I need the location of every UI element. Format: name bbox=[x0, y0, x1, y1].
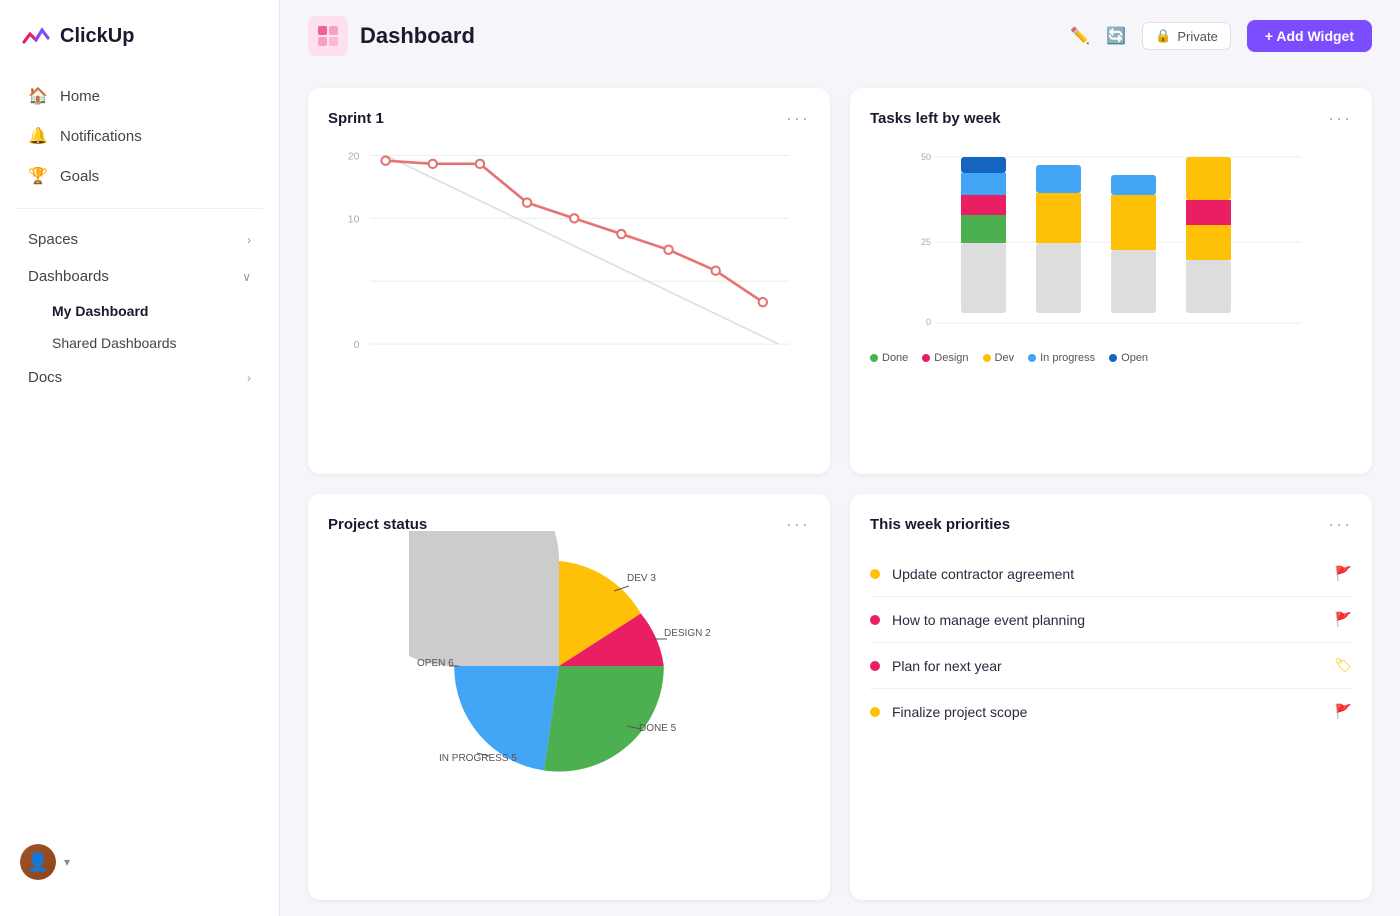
docs-label: Docs bbox=[28, 369, 62, 386]
clickup-logo-icon bbox=[20, 20, 52, 52]
sidebar-section-dashboards[interactable]: Dashboards ∨ bbox=[8, 258, 271, 295]
sidebar-section-spaces[interactable]: Spaces › bbox=[8, 221, 271, 258]
priority-item-2-left: How to manage event planning bbox=[870, 612, 1085, 628]
priority-item-4: Finalize project scope 🚩 bbox=[870, 689, 1352, 734]
logo-text: ClickUp bbox=[60, 25, 134, 48]
svg-text:10: 10 bbox=[348, 215, 360, 226]
priority-dot-4 bbox=[870, 707, 880, 717]
tasks-card-header: Tasks left by week ··· bbox=[870, 108, 1352, 129]
sprint-chart: 20 10 0 bbox=[328, 145, 810, 365]
bell-icon: 🔔 bbox=[28, 126, 48, 146]
legend-in-progress: In progress bbox=[1028, 352, 1095, 364]
priorities-card: This week priorities ··· Update contract… bbox=[850, 494, 1372, 900]
page-title: Dashboard bbox=[360, 23, 475, 49]
my-dashboard-label: My Dashboard bbox=[52, 303, 148, 319]
priority-dot-1 bbox=[870, 569, 880, 579]
private-label: Private bbox=[1177, 29, 1217, 44]
priority-item-1-left: Update contractor agreement bbox=[870, 566, 1074, 582]
topbar-left: Dashboard bbox=[308, 16, 475, 56]
main-area: Dashboard ✏️ 🔄 🔒 Private + Add Widget Sp… bbox=[280, 0, 1400, 916]
svg-text:20: 20 bbox=[348, 152, 360, 163]
priority-flag-3: 🏷 bbox=[1334, 657, 1352, 674]
priority-item-3-text: Plan for next year bbox=[892, 658, 1002, 674]
sidebar: ClickUp 🏠 Home 🔔 Notifications 🏆 Goals S… bbox=[0, 0, 280, 916]
svg-text:50: 50 bbox=[921, 152, 931, 162]
dashboards-label: Dashboards bbox=[28, 268, 109, 285]
topbar: Dashboard ✏️ 🔄 🔒 Private + Add Widget bbox=[280, 0, 1400, 72]
tasks-card: Tasks left by week ··· 50 25 0 bbox=[850, 88, 1372, 474]
sidebar-item-goals-label: Goals bbox=[60, 168, 99, 185]
priority-item-3-left: Plan for next year bbox=[870, 658, 1002, 674]
spaces-chevron: › bbox=[247, 233, 251, 247]
pie-chart-wrap: DEV 3 DESIGN 2 DONE 5 IN PROGRESS 5 OPEN… bbox=[328, 551, 810, 791]
content-area: Sprint 1 ··· 20 10 0 bbox=[280, 72, 1400, 916]
sidebar-item-home[interactable]: 🏠 Home bbox=[8, 76, 271, 116]
svg-text:0: 0 bbox=[926, 317, 931, 327]
svg-text:0: 0 bbox=[354, 340, 360, 351]
edit-icon[interactable]: ✏️ bbox=[1070, 26, 1090, 46]
project-status-card: Project status ··· bbox=[308, 494, 830, 900]
avatar-image: 👤 bbox=[20, 844, 56, 880]
svg-text:25: 25 bbox=[921, 237, 931, 247]
trophy-icon: 🏆 bbox=[28, 166, 48, 186]
sprint-card-title: Sprint 1 bbox=[328, 110, 384, 127]
sidebar-item-goals[interactable]: 🏆 Goals bbox=[8, 156, 271, 196]
svg-text:DONE 5: DONE 5 bbox=[639, 723, 677, 734]
priority-flag-1: 🚩 bbox=[1335, 565, 1352, 582]
priority-flag-2: 🚩 bbox=[1335, 611, 1352, 628]
legend-dev: Dev bbox=[983, 352, 1015, 364]
tasks-card-menu[interactable]: ··· bbox=[1328, 108, 1352, 129]
sidebar-item-shared-dashboards[interactable]: Shared Dashboards bbox=[8, 327, 271, 359]
avatar[interactable]: 👤 bbox=[20, 844, 56, 880]
spaces-label: Spaces bbox=[28, 231, 78, 248]
legend-design: Design bbox=[922, 352, 968, 364]
sidebar-item-home-label: Home bbox=[60, 88, 100, 105]
private-badge[interactable]: 🔒 Private bbox=[1142, 22, 1231, 50]
dashboards-chevron: ∨ bbox=[242, 270, 251, 284]
shared-dashboards-label: Shared Dashboards bbox=[52, 335, 177, 351]
sidebar-footer: 👤 ▾ bbox=[0, 828, 279, 896]
topbar-right: ✏️ 🔄 🔒 Private + Add Widget bbox=[1070, 20, 1372, 52]
sprint-card-header: Sprint 1 ··· bbox=[328, 108, 810, 129]
nav-divider-1 bbox=[16, 208, 263, 209]
svg-text:OPEN 6: OPEN 6 bbox=[417, 658, 454, 669]
svg-text:DEV 3: DEV 3 bbox=[627, 573, 656, 584]
bar-chart-legend: Done Design Dev In progress bbox=[870, 352, 1352, 364]
refresh-icon[interactable]: 🔄 bbox=[1106, 26, 1126, 46]
priority-item-1: Update contractor agreement 🚩 bbox=[870, 551, 1352, 597]
sidebar-item-notifications[interactable]: 🔔 Notifications bbox=[8, 116, 271, 156]
priority-flag-4: 🚩 bbox=[1335, 703, 1352, 720]
add-widget-button[interactable]: + Add Widget bbox=[1247, 20, 1372, 52]
sidebar-item-notifications-label: Notifications bbox=[60, 128, 142, 145]
priority-item-4-left: Finalize project scope bbox=[870, 704, 1027, 720]
priority-list: Update contractor agreement 🚩 How to man… bbox=[870, 551, 1352, 734]
project-status-menu[interactable]: ··· bbox=[786, 514, 810, 535]
svg-text:DESIGN 2: DESIGN 2 bbox=[664, 628, 711, 639]
sidebar-section-docs[interactable]: Docs › bbox=[8, 359, 271, 396]
svg-text:IN PROGRESS 5: IN PROGRESS 5 bbox=[439, 753, 517, 764]
avatar-chevron: ▾ bbox=[64, 855, 70, 869]
priority-item-4-text: Finalize project scope bbox=[892, 704, 1027, 720]
priority-dot-3 bbox=[870, 661, 880, 671]
logo-area: ClickUp bbox=[0, 20, 279, 76]
legend-open: Open bbox=[1109, 352, 1148, 364]
priorities-header: This week priorities ··· bbox=[870, 514, 1352, 535]
priorities-title: This week priorities bbox=[870, 516, 1010, 533]
lock-icon: 🔒 bbox=[1155, 28, 1171, 44]
sprint-card-menu[interactable]: ··· bbox=[786, 108, 810, 129]
priority-item-2-text: How to manage event planning bbox=[892, 612, 1085, 628]
docs-chevron: › bbox=[247, 371, 251, 385]
priority-item-1-text: Update contractor agreement bbox=[892, 566, 1074, 582]
dashboard-icon bbox=[308, 16, 348, 56]
priority-dot-2 bbox=[870, 615, 880, 625]
priority-item-3: Plan for next year 🏷 bbox=[870, 643, 1352, 689]
priorities-menu[interactable]: ··· bbox=[1328, 514, 1352, 535]
sidebar-item-my-dashboard[interactable]: My Dashboard bbox=[8, 295, 271, 327]
priority-item-2: How to manage event planning 🚩 bbox=[870, 597, 1352, 643]
sprint-card: Sprint 1 ··· 20 10 0 bbox=[308, 88, 830, 474]
tasks-card-title: Tasks left by week bbox=[870, 110, 1001, 127]
home-icon: 🏠 bbox=[28, 86, 48, 106]
legend-done: Done bbox=[870, 352, 908, 364]
bar-chart: 50 25 0 bbox=[870, 145, 1352, 365]
